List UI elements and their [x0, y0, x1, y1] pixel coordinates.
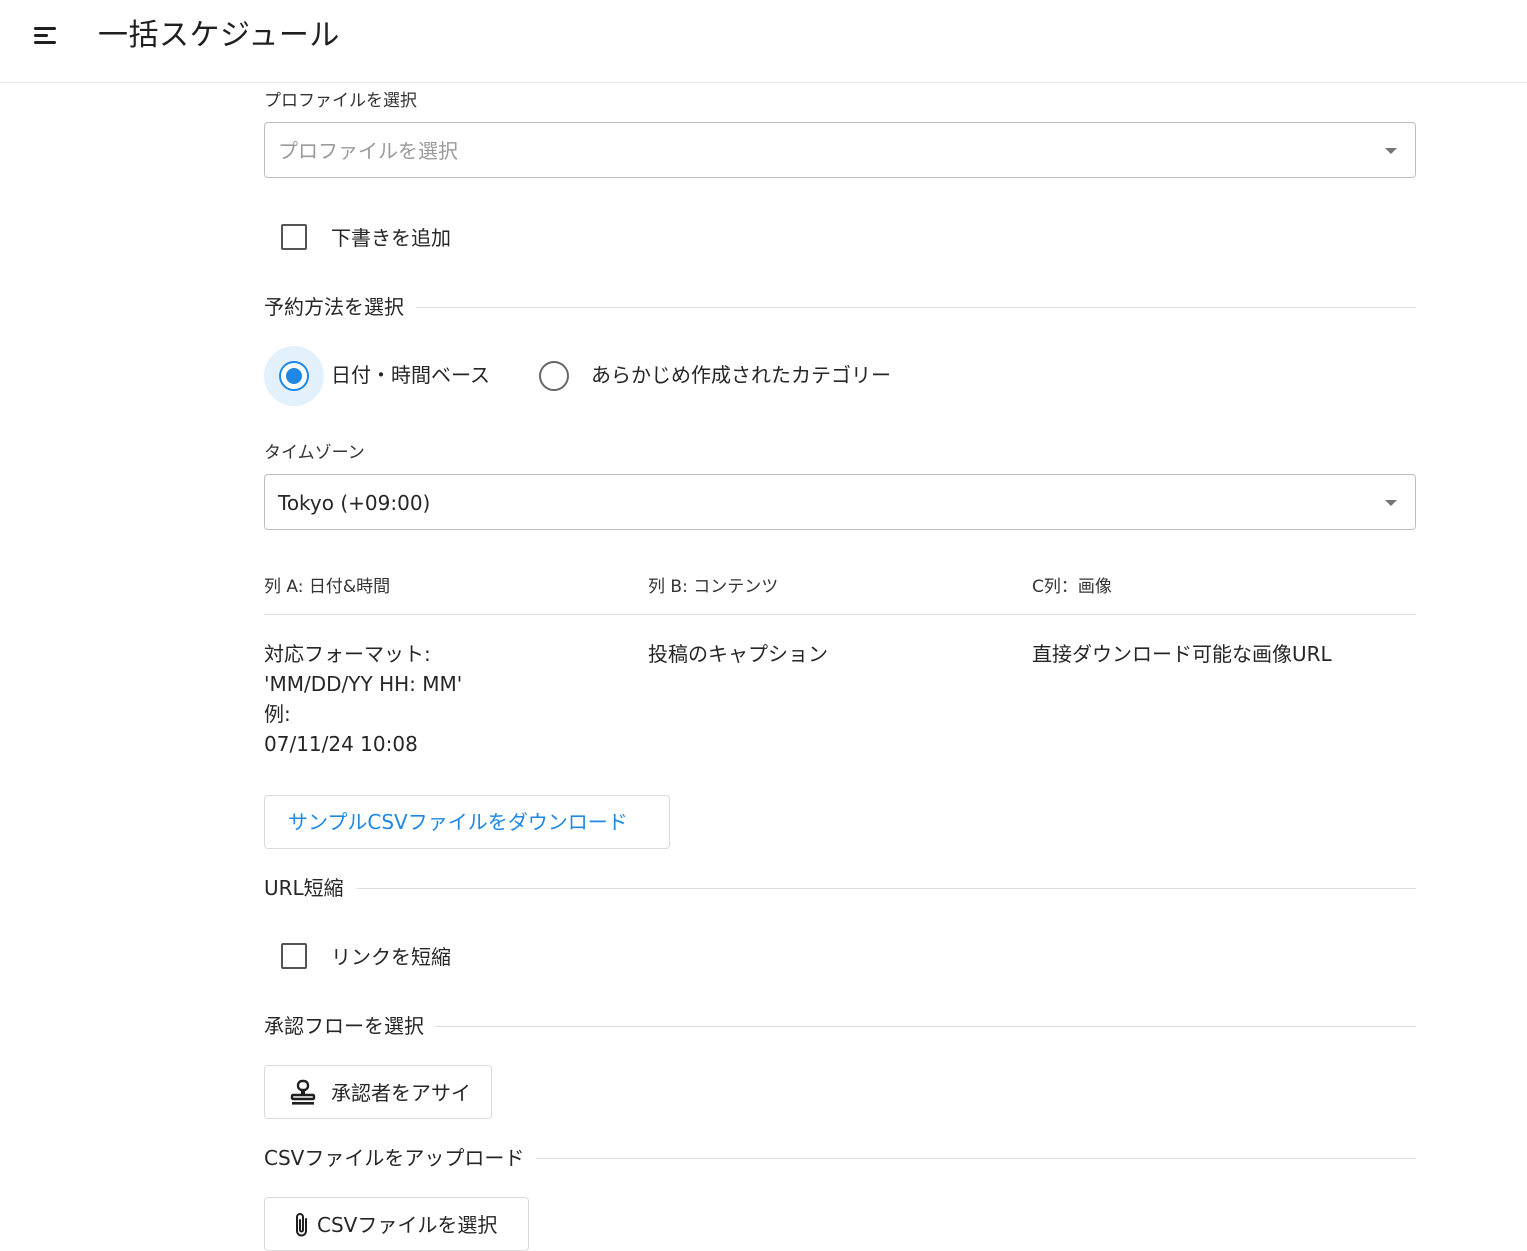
csv-upload-title: CSVファイルをアップロード: [264, 1143, 537, 1173]
column-a-header: 列 A: 日付&時間: [264, 577, 391, 597]
download-sample-csv-button[interactable]: サンプルCSVファイルをダウンロード: [264, 795, 670, 849]
chevron-down-icon: [1385, 500, 1397, 506]
select-csv-file-button[interactable]: CSVファイルを選択: [264, 1197, 529, 1251]
url-shorten-section: URL短縮: [264, 873, 1416, 903]
format-label: 対応フォーマット:: [264, 642, 431, 666]
url-shorten-title: URL短縮: [264, 873, 356, 903]
radio-option-datetime[interactable]: 日付・時間ベース: [264, 346, 514, 406]
shorten-links-checkbox[interactable]: [281, 943, 307, 969]
paperclip-icon: [291, 1211, 313, 1239]
chevron-down-icon: [1385, 148, 1397, 154]
timezone-label: タイムゾーン: [264, 443, 365, 463]
approval-flow-section: 承認フローを選択: [264, 1011, 1416, 1041]
format-pattern: 'MM/DD/YY HH: MM': [264, 672, 463, 696]
column-divider: [264, 614, 1416, 615]
assign-approver-label: 承認者をアサイン: [331, 1081, 471, 1105]
radio-button-datetime[interactable]: [279, 361, 309, 391]
add-draft-checkbox[interactable]: [281, 224, 307, 250]
profile-label: プロファイルを選択: [264, 91, 417, 111]
example-value: 07/11/24 10:08: [264, 732, 418, 756]
select-csv-file-label: CSVファイルを選択: [317, 1213, 498, 1237]
schedule-method-title: 予約方法を選択: [264, 292, 416, 322]
section-divider: [264, 1026, 1416, 1027]
radio-option-category[interactable]: あらかじめ作成されたカテゴリー: [524, 356, 924, 396]
add-draft-label: 下書きを追加: [331, 226, 451, 250]
profile-select-placeholder: プロファイルを選択: [278, 139, 458, 163]
column-a-description: 対応フォーマット: 'MM/DD/YY HH: MM' 例: 07/11/24 …: [264, 639, 462, 759]
schedule-method-section: 予約方法を選択: [264, 292, 1416, 322]
page-title: 一括スケジュール: [98, 18, 340, 53]
shorten-links-label: リンクを短縮: [331, 945, 451, 969]
column-c-description: 直接ダウンロード可能な画像URL: [1032, 639, 1332, 669]
example-label: 例:: [264, 702, 291, 726]
section-divider: [264, 888, 1416, 889]
csv-upload-section: CSVファイルをアップロード: [264, 1143, 1416, 1173]
image-url-description: 直接ダウンロード可能な画像URL: [1032, 642, 1332, 666]
app-header: 一括スケジュール: [0, 0, 1527, 83]
column-b-header: 列 B: コンテンツ: [648, 577, 779, 597]
caption-description: 投稿のキャプション: [648, 642, 828, 666]
timezone-select[interactable]: Tokyo (+09:00): [264, 474, 1416, 530]
radio-label-category: あらかじめ作成されたカテゴリー: [591, 363, 891, 387]
menu-icon[interactable]: [30, 22, 62, 50]
radio-label-datetime: 日付・時間ベース: [331, 363, 490, 387]
section-divider: [264, 307, 1416, 308]
radio-button-category[interactable]: [539, 361, 569, 391]
column-b-description: 投稿のキャプション: [648, 639, 828, 669]
column-c-header: C列：画像: [1032, 577, 1112, 597]
timezone-value: Tokyo (+09:00): [278, 491, 431, 515]
assign-approver-button[interactable]: 承認者をアサイン: [264, 1065, 492, 1119]
stamp-icon: [289, 1079, 317, 1107]
profile-select[interactable]: プロファイルを選択: [264, 122, 1416, 178]
approval-flow-title: 承認フローを選択: [264, 1011, 436, 1041]
bulk-schedule-form: プロファイルを選択 プロファイルを選択 下書きを追加 予約方法を選択 日付・時間…: [264, 83, 1416, 1251]
